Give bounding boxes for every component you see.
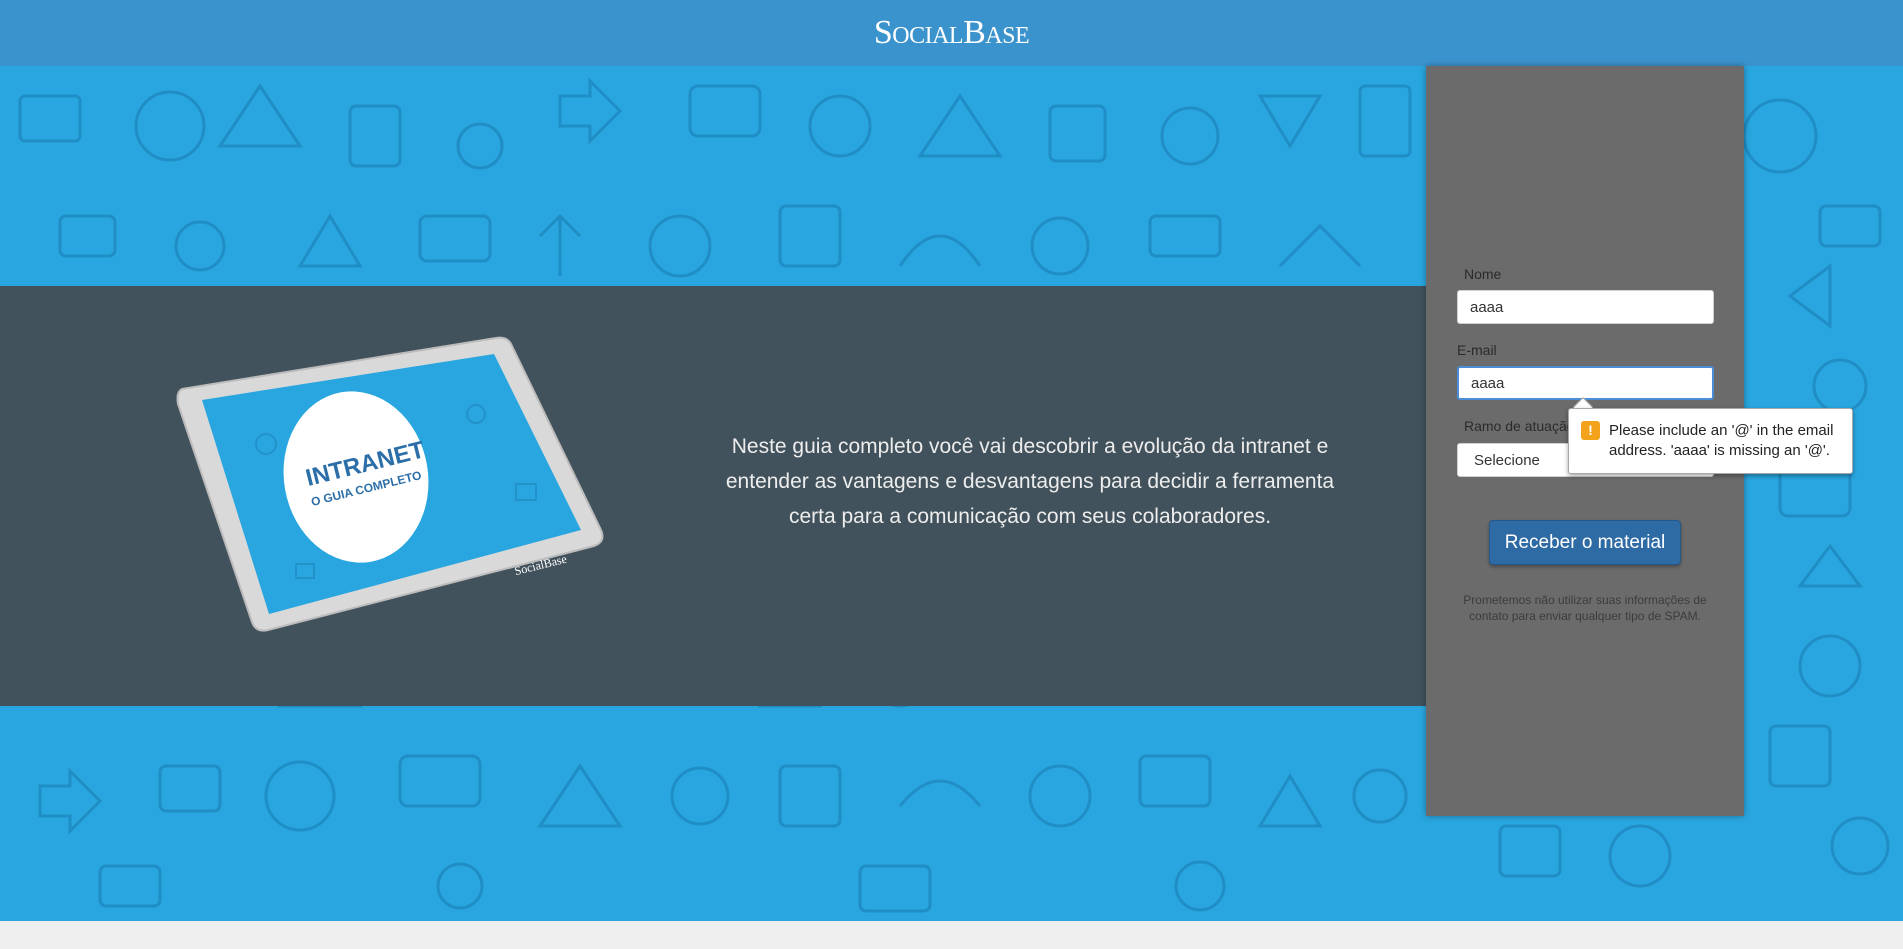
email-validation-tooltip: ! Please include an '@' in the email add… xyxy=(1568,408,1853,474)
industry-select-value: Selecione xyxy=(1474,451,1540,469)
industry-label: Ramo de atuação xyxy=(1464,418,1575,434)
name-input[interactable] xyxy=(1457,290,1714,324)
top-header: SocialBase xyxy=(0,0,1903,66)
validation-message: Please include an '@' in the email addre… xyxy=(1609,422,1834,459)
email-label: E-mail xyxy=(1457,342,1497,358)
warning-icon: ! xyxy=(1581,421,1600,440)
name-label: Nome xyxy=(1464,266,1502,282)
email-input[interactable] xyxy=(1457,366,1714,400)
page-footer-strip xyxy=(0,921,1903,949)
hero-description: Neste guia completo você vai descobrir a… xyxy=(725,435,1335,528)
submit-button[interactable]: Receber o material xyxy=(1489,520,1681,565)
socialbase-logo[interactable]: SocialBase xyxy=(874,14,1030,52)
spam-disclaimer: Prometemos não utilizar suas informações… xyxy=(1463,593,1707,623)
ebook-tablet-image: INTRANET O GUIA COMPLETO SocialBase xyxy=(176,334,606,634)
